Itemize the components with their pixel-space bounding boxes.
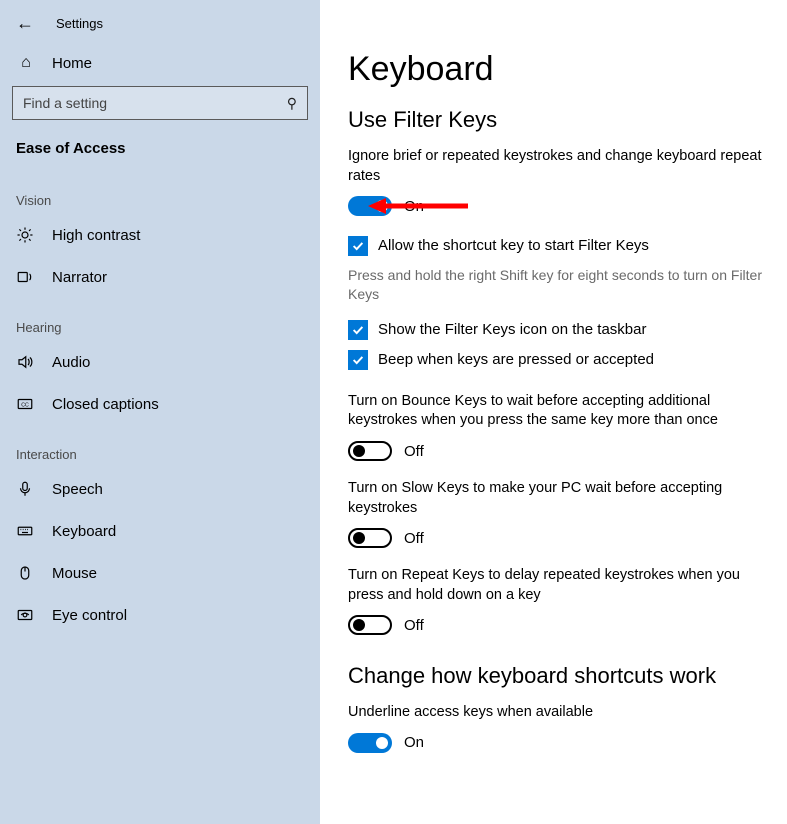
underline-description: Underline access keys when available	[348, 703, 769, 723]
sidebar-item-label: High contrast	[52, 227, 140, 244]
mouse-icon	[16, 564, 36, 582]
sidebar-item-label: Closed captions	[52, 396, 159, 413]
allow-shortcut-checkbox[interactable]	[348, 236, 368, 256]
beep-label: Beep when keys are pressed or accepted	[378, 350, 654, 370]
group-vision: Vision	[0, 171, 320, 214]
search-icon: ⚲	[287, 95, 297, 112]
sidebar: ← Settings ⌂ Home ⚲ Ease of Access Visio…	[0, 0, 320, 824]
speaker-icon	[16, 353, 36, 371]
sun-icon	[16, 226, 36, 244]
slow-keys-description: Turn on Slow Keys to make your PC wait b…	[348, 479, 769, 518]
bounce-keys-toggle-state: Off	[404, 443, 424, 460]
sidebar-item-audio[interactable]: Audio	[0, 341, 320, 383]
group-interaction: Interaction	[0, 425, 320, 468]
group-hearing: Hearing	[0, 298, 320, 341]
home-button[interactable]: ⌂ Home	[0, 44, 320, 82]
underline-toggle-state: On	[404, 734, 424, 751]
search-input-container[interactable]: ⚲	[12, 86, 308, 120]
sidebar-item-label: Speech	[52, 481, 103, 498]
sidebar-item-label: Mouse	[52, 565, 97, 582]
page-title: Keyboard	[348, 50, 769, 89]
search-input[interactable]	[23, 95, 287, 111]
eye-icon	[16, 606, 36, 624]
sidebar-item-closed-captions[interactable]: CC Closed captions	[0, 383, 320, 425]
svg-text:CC: CC	[21, 402, 29, 408]
sidebar-item-mouse[interactable]: Mouse	[0, 552, 320, 594]
cc-icon: CC	[16, 395, 36, 413]
sidebar-item-narrator[interactable]: Narrator	[0, 256, 320, 298]
repeat-keys-description: Turn on Repeat Keys to delay repeated ke…	[348, 566, 769, 605]
back-icon[interactable]: ←	[16, 14, 34, 32]
home-label: Home	[52, 55, 92, 72]
home-icon: ⌂	[16, 54, 36, 72]
filter-keys-toggle[interactable]	[348, 196, 392, 216]
sidebar-item-label: Narrator	[52, 269, 107, 286]
keyboard-icon	[16, 522, 36, 540]
bounce-keys-description: Turn on Bounce Keys to wait before accep…	[348, 392, 769, 431]
sidebar-item-eye-control[interactable]: Eye control	[0, 594, 320, 636]
microphone-icon	[16, 480, 36, 498]
repeat-keys-toggle[interactable]	[348, 615, 392, 635]
slow-keys-toggle-state: Off	[404, 530, 424, 547]
show-taskbar-icon-label: Show the Filter Keys icon on the taskbar	[378, 320, 646, 340]
allow-shortcut-label: Allow the shortcut key to start Filter K…	[378, 236, 649, 256]
sidebar-item-keyboard[interactable]: Keyboard	[0, 510, 320, 552]
beep-checkbox[interactable]	[348, 350, 368, 370]
sidebar-item-label: Audio	[52, 354, 90, 371]
section-title: Ease of Access	[0, 130, 320, 171]
filter-keys-toggle-state: On	[404, 198, 424, 215]
settings-label: Settings	[56, 16, 103, 31]
bounce-keys-toggle[interactable]	[348, 441, 392, 461]
filter-keys-description: Ignore brief or repeated keystrokes and …	[348, 147, 769, 186]
sidebar-item-label: Keyboard	[52, 523, 116, 540]
main-content: Keyboard Use Filter Keys Ignore brief or…	[320, 0, 787, 824]
repeat-keys-toggle-state: Off	[404, 617, 424, 634]
sidebar-item-label: Eye control	[52, 607, 127, 624]
filter-keys-heading: Use Filter Keys	[348, 107, 769, 133]
slow-keys-toggle[interactable]	[348, 528, 392, 548]
underline-toggle[interactable]	[348, 733, 392, 753]
sidebar-item-speech[interactable]: Speech	[0, 468, 320, 510]
show-taskbar-icon-checkbox[interactable]	[348, 320, 368, 340]
allow-shortcut-hint: Press and hold the right Shift key for e…	[348, 266, 769, 304]
shortcuts-heading: Change how keyboard shortcuts work	[348, 663, 769, 689]
sidebar-item-high-contrast[interactable]: High contrast	[0, 214, 320, 256]
narrator-icon	[16, 268, 36, 286]
